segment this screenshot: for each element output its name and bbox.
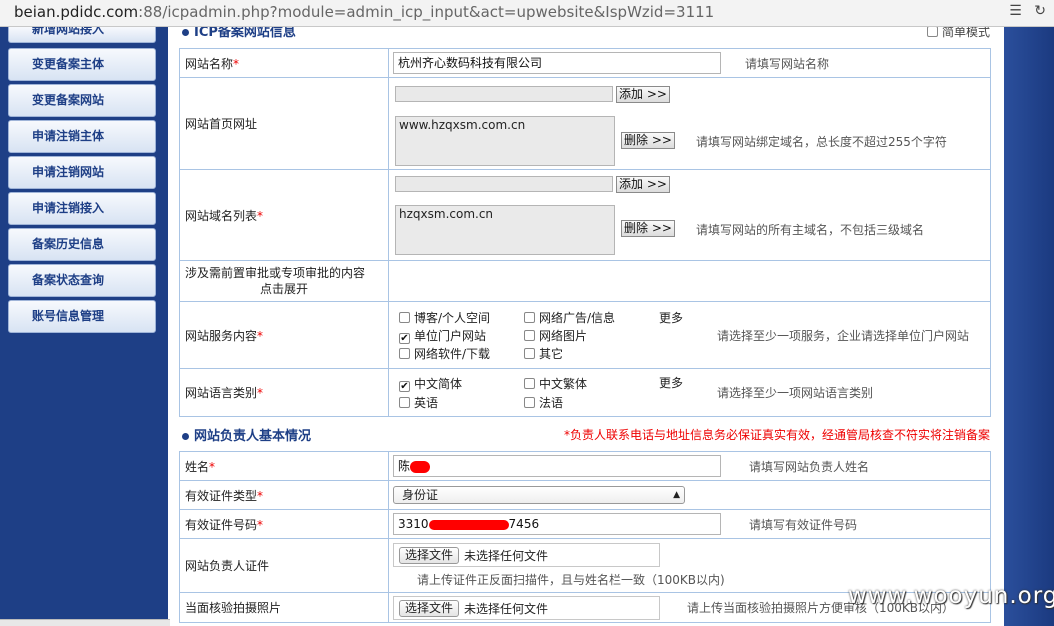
checkbox-icon [524,348,535,359]
right-gutter [1004,27,1054,626]
bullet-icon [182,29,189,36]
photo-choose-file-button[interactable]: 选择文件 [399,600,460,617]
label-services: 网站服务内容* [179,301,389,369]
site-home-delete-button[interactable]: 删除 >> [621,132,675,149]
simple-mode-toggle[interactable]: 简单模式 [926,27,990,40]
sidebar-item-cancel-subject[interactable]: 申请注销主体 [8,120,156,153]
url-text[interactable]: beian.pdidc.com:88/icpadmin.php?module=a… [14,3,714,21]
row-id-number: 有效证件号码* 3310 7456 请填写有效证件号码 [179,509,991,539]
refresh-icon[interactable]: ↻ [1034,3,1046,19]
service-option-software[interactable]: 网络软件/下载 [399,345,490,362]
site-info-table: 网站名称* 杭州齐心数码科技有限公司 请填写网站名称 网站首页网址 添加 >> … [179,48,991,417]
label-id-number: 有效证件号码* [179,509,389,539]
languages-more-link[interactable]: 更多 [659,374,683,391]
checkbox-icon [524,330,535,341]
checkbox-icon [399,397,410,408]
approval-expand[interactable]: 涉及需前置审批或专项审批的内容 点击展开 [179,260,389,302]
label-id-cert: 网站负责人证件 [179,538,389,593]
sidebar-item-history[interactable]: 备案历史信息 [8,228,156,261]
service-option-images[interactable]: 网络图片 [524,327,587,344]
sidebar-menu: 新增网站接入 变更备案主体 变更备案网站 申请注销主体 申请注销网站 申请注销接… [8,27,156,336]
row-site-name: 网站名称* 杭州齐心数码科技有限公司 请填写网站名称 [179,48,991,78]
checkbox-checked-icon: ✔ [399,381,410,392]
sidebar-item-cancel-access[interactable]: 申请注销接入 [8,192,156,225]
id-cert-hint: 请上传证件正反面扫描件，且与姓名栏一致（100KB以内) [417,573,725,587]
id-cert-choose-file-button[interactable]: 选择文件 [399,547,460,564]
redaction-mark [428,519,509,530]
row-approval: 涉及需前置审批或专项审批的内容 点击展开 [179,260,991,302]
id-type-select[interactable]: 身份证 ▲ [393,486,685,504]
label-site-home: 网站首页网址 [179,77,389,170]
languages-hint: 请选择至少一项网站语言类别 [717,386,874,400]
service-option-portal[interactable]: ✔ 单位门户网站 [399,327,486,344]
browser-status-bar [0,619,170,626]
photo-file-picker[interactable]: 选择文件 未选择任何文件 [393,596,660,620]
site-name-input[interactable]: 杭州齐心数码科技有限公司 [393,52,721,74]
owner-warning: *负责人联系电话与地址信息务必保证真实有效，经通管局核查不符实将注销备案 [563,428,990,442]
id-number-hint: 请填写有效证件号码 [749,518,858,532]
domain-hint: 请填写网站的所有主域名，不包括三级域名 [696,223,925,237]
domain-list[interactable]: hzqxsm.com.cn [395,205,615,255]
language-option-zh-hans[interactable]: ✔ 中文简体 [399,375,462,392]
site-home-hint: 请填写网站绑定域名，总长度不超过255个字符 [696,135,947,149]
sidebar-item-new-access[interactable]: 新增网站接入 [8,27,156,43]
browser-address-bar[interactable]: beian.pdidc.com:88/icpadmin.php?module=a… [0,0,1054,27]
sidebar-item-change-subject[interactable]: 变更备案主体 [8,48,156,81]
services-more-link[interactable]: 更多 [659,309,683,326]
domain-add-button[interactable]: 添加 >> [616,176,670,193]
id-cert-file-status: 未选择任何文件 [464,549,549,563]
domain-delete-button[interactable]: 删除 >> [621,220,675,237]
sidebar-item-cancel-website[interactable]: 申请注销网站 [8,156,156,189]
service-option-blog[interactable]: 博客/个人空间 [399,309,490,326]
label-domain-list: 网站域名列表* [179,169,389,261]
site-home-list[interactable]: www.hzqxsm.com.cn [395,116,615,166]
url-host: beian.pdidc.com [14,3,139,21]
owner-name-input[interactable]: 陈 [393,455,721,477]
label-id-type: 有效证件类型* [179,480,389,510]
label-site-name: 网站名称* [179,48,389,78]
photo-file-status: 未选择任何文件 [464,602,549,616]
url-path: :88/icpadmin.php?module=admin_icp_input&… [138,3,715,21]
site-name-hint: 请填写网站名称 [745,57,830,71]
sidebar-item-status-query[interactable]: 备案状态查询 [8,264,156,297]
label-owner-name: 姓名* [179,451,389,481]
row-languages: 网站语言类别* ✔ 中文简体 中文繁体 更多 请选择至少一项网站语言类别 英语 法… [179,368,991,417]
redaction-mark [410,460,431,473]
icp-section-title: ICP备案网站信息 [182,27,296,40]
language-option-fr[interactable]: 法语 [524,394,563,411]
checkbox-icon [524,312,535,323]
site-home-add-button[interactable]: 添加 >> [616,86,670,103]
service-option-ads[interactable]: 网络广告/信息 [524,309,615,326]
reader-icon[interactable]: ☰ [1009,3,1022,19]
checkbox-icon [524,397,535,408]
sidebar-item-change-website[interactable]: 变更备案网站 [8,84,156,117]
label-languages: 网站语言类别* [179,368,389,417]
checkbox-icon [399,348,410,359]
main-content: ICP备案网站信息 简单模式 网站名称* 杭州齐心数码科技有限公司 请填写网站名… [168,27,1004,626]
id-number-input[interactable]: 3310 7456 [393,513,721,535]
owner-section-title: 网站负责人基本情况 [182,425,311,444]
services-hint: 请选择至少一项服务，企业请选择单位门户网站 [717,329,970,343]
sidebar-item-account[interactable]: 账号信息管理 [8,300,156,333]
checkbox-icon [399,312,410,323]
row-domain-list: 网站域名列表* 添加 >> hzqxsm.com.cn 删除 >> 请填写网站的… [179,169,991,261]
language-option-en[interactable]: 英语 [399,394,438,411]
label-photo: 当面核验拍摄照片 [179,592,389,623]
service-option-other[interactable]: 其它 [524,345,563,362]
domain-add-input[interactable] [395,176,613,192]
row-owner-name: 姓名* 陈 请填写网站负责人姓名 [179,451,991,481]
row-site-home: 网站首页网址 添加 >> www.hzqxsm.com.cn 删除 >> 请填写… [179,77,991,170]
watermark: www.wooyun.org [848,583,1054,609]
select-arrows-icon: ▲ [673,490,680,500]
id-cert-file-picker[interactable]: 选择文件 未选择任何文件 [393,543,660,567]
checkbox-icon [524,378,535,389]
language-option-zh-hant[interactable]: 中文繁体 [524,375,587,392]
row-services: 网站服务内容* 博客/个人空间 网络广告/信息 更多 ✔ 单位门户网站 网络图片 … [179,301,991,369]
checkbox-checked-icon: ✔ [399,333,410,344]
site-home-add-input[interactable] [395,86,613,102]
row-id-type: 有效证件类型* 身份证 ▲ [179,480,991,510]
bullet-icon [182,433,189,440]
checkbox-icon[interactable] [926,27,938,37]
owner-name-hint: 请填写网站负责人姓名 [749,460,870,474]
